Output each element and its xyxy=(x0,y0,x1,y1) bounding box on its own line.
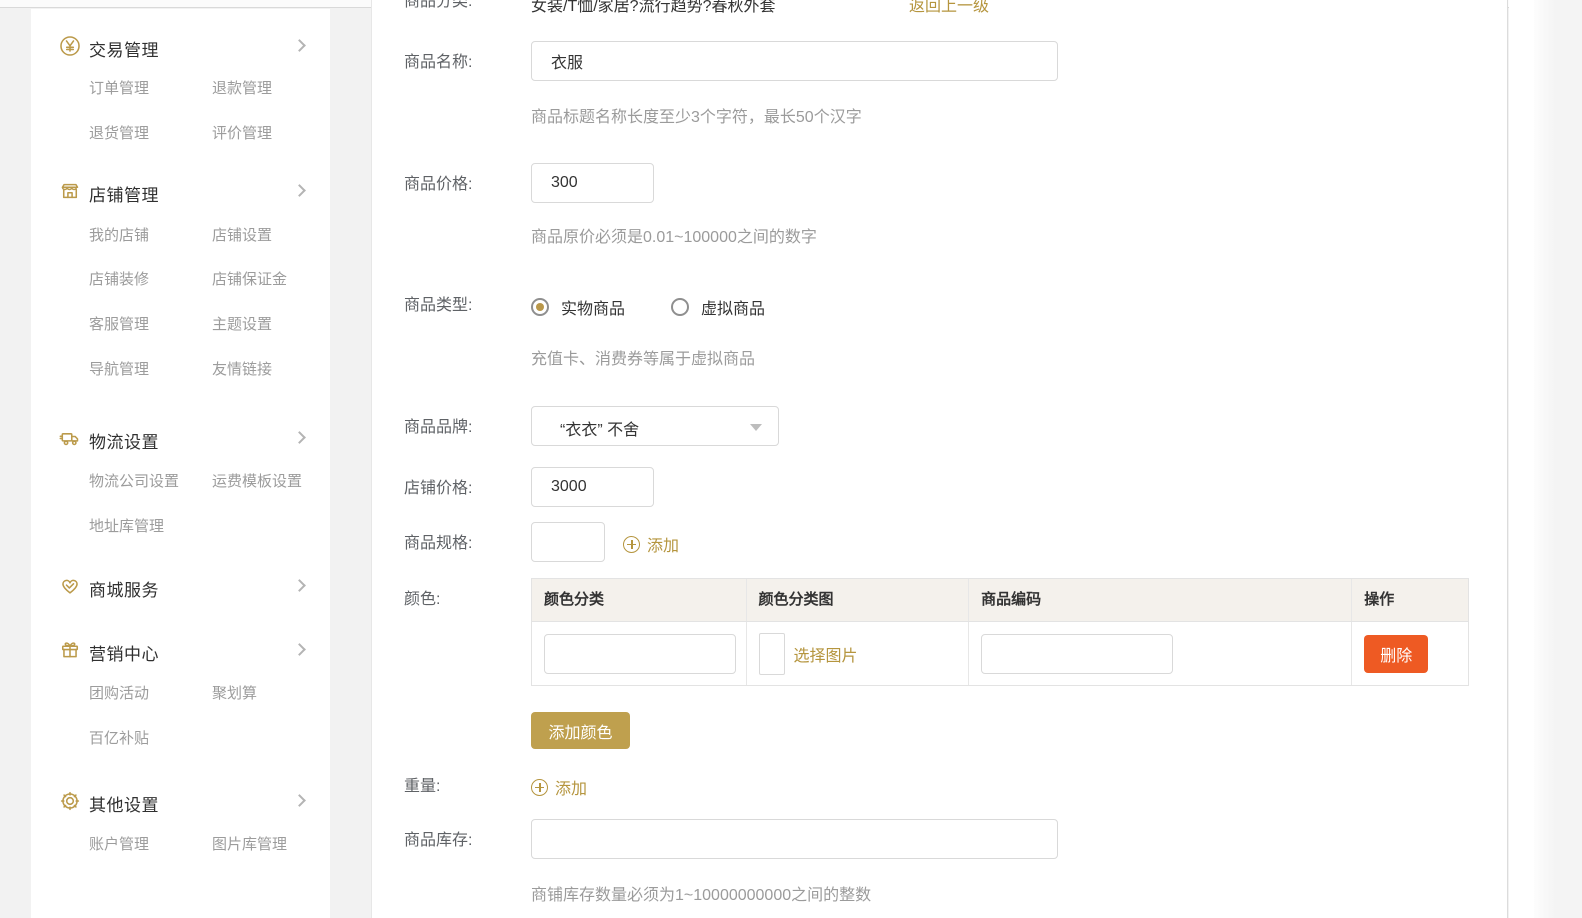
chevron-right-icon xyxy=(293,184,306,197)
product-type-label: 商品类型: xyxy=(404,296,529,316)
color-category-input[interactable] xyxy=(544,634,736,674)
brand-label: 商品品牌: xyxy=(404,418,529,438)
radio-virtual-label: 虚拟商品 xyxy=(701,295,765,319)
chevron-down-icon xyxy=(750,424,762,431)
weight-label: 重量: xyxy=(404,777,529,797)
sidebar-item-my-shop[interactable]: 我的店铺 xyxy=(89,226,149,246)
product-price-hint: 商品原价必须是0.01~100000之间的数字 xyxy=(531,228,817,248)
product-type-hint: 充值卡、消费券等属于虚拟商品 xyxy=(531,350,755,370)
product-edit-form: 商品分类: 女装/T恤/家居?流行趋势?春秋外套 返回上一级 商品名称: 商品标… xyxy=(371,0,1508,918)
chevron-right-icon xyxy=(293,431,306,444)
product-price-input[interactable] xyxy=(531,163,654,203)
sidebar-item-nav-mgmt[interactable]: 导航管理 xyxy=(89,360,149,380)
sidebar-item-image-library[interactable]: 图片库管理 xyxy=(212,835,287,855)
sidebar-item-refund-mgmt[interactable]: 退款管理 xyxy=(212,79,272,99)
category-label: 商品分类: xyxy=(404,0,529,12)
sidebar-item-service-mgmt[interactable]: 客服管理 xyxy=(89,315,149,335)
chevron-right-icon xyxy=(293,579,306,592)
radio-physical-label: 实物商品 xyxy=(561,295,625,319)
product-price-label: 商品价格: xyxy=(404,175,529,195)
gift-icon xyxy=(59,639,81,661)
color-table-row: 选择图片 删除 xyxy=(531,622,1469,686)
stock-input[interactable] xyxy=(531,819,1058,859)
col-header-color-image: 颜色分类图 xyxy=(747,579,970,621)
sidebar-item-juhuasuan[interactable]: 聚划算 xyxy=(212,684,257,704)
sidebar-item-return-mgmt[interactable]: 退货管理 xyxy=(89,124,149,144)
sidebar-section-marketing[interactable]: 营销中心 xyxy=(31,639,330,663)
color-label: 颜色: xyxy=(404,590,529,610)
chevron-right-icon xyxy=(293,643,306,656)
storefront-icon xyxy=(59,180,81,202)
right-gutter xyxy=(1509,0,1534,918)
back-to-parent-link[interactable]: 返回上一级 xyxy=(909,0,989,16)
product-name-label: 商品名称: xyxy=(404,53,529,73)
spec-label: 商品规格: xyxy=(404,534,529,554)
sidebar-section-mall-service[interactable]: 商城服务 xyxy=(31,575,330,599)
sidebar-section-other[interactable]: 其他设置 xyxy=(31,790,330,814)
col-header-actions: 操作 xyxy=(1352,579,1468,621)
delete-row-button[interactable]: 删除 xyxy=(1364,635,1428,673)
sidebar-item-subsidy[interactable]: 百亿补贴 xyxy=(89,729,149,749)
shop-price-label: 店铺价格: xyxy=(404,479,529,499)
chevron-right-icon xyxy=(293,794,306,807)
sidebar-section-trade[interactable]: 交易管理 xyxy=(31,35,330,59)
product-name-input[interactable] xyxy=(531,41,1058,81)
add-weight-link[interactable]: 添加 xyxy=(531,775,587,799)
truck-icon xyxy=(59,427,81,449)
stock-hint: 商铺库存数量必须为1~10000000000之间的整数 xyxy=(531,886,871,906)
handshake-icon xyxy=(59,575,81,597)
spec-input[interactable] xyxy=(531,522,605,562)
sidebar-section-title: 营销中心 xyxy=(89,640,159,665)
plus-circle-icon xyxy=(531,779,548,796)
page: 交易管理 订单管理 退款管理 退货管理 评价管理 店铺管理 我的店铺 店铺设置 … xyxy=(0,0,1582,918)
sidebar-section-title: 交易管理 xyxy=(89,36,159,61)
yen-circle-icon xyxy=(59,35,81,57)
image-preview-box xyxy=(759,633,785,675)
product-name-hint: 商品标题名称长度至少3个字符，最长50个汉字 xyxy=(531,108,862,128)
pick-image-link[interactable]: 选择图片 xyxy=(794,642,858,666)
sidebar-section-title: 其他设置 xyxy=(89,791,159,816)
sidebar-section-shop[interactable]: 店铺管理 xyxy=(31,180,330,204)
sidebar-section-logistics[interactable]: 物流设置 xyxy=(31,427,330,451)
sidebar-item-account-mgmt[interactable]: 账户管理 xyxy=(89,835,149,855)
add-spec-link[interactable]: 添加 xyxy=(623,532,679,556)
brand-select[interactable]: “衣衣” 不舍 xyxy=(531,406,779,446)
radio-virtual-product[interactable] xyxy=(671,298,689,316)
category-value: 女装/T恤/家居?流行趋势?春秋外套 xyxy=(531,0,775,16)
stock-label: 商品库存: xyxy=(404,831,529,851)
sidebar: 交易管理 订单管理 退款管理 退货管理 评价管理 店铺管理 我的店铺 店铺设置 … xyxy=(31,9,330,918)
sidebar-item-logistics-company[interactable]: 物流公司设置 xyxy=(89,472,179,492)
color-table: 颜色分类 颜色分类图 商品编码 操作 选择图片 删除 xyxy=(531,578,1469,686)
add-weight-label: 添加 xyxy=(555,775,587,799)
sidebar-item-group-buy[interactable]: 团购活动 xyxy=(89,684,149,704)
sidebar-item-theme-settings[interactable]: 主题设置 xyxy=(212,315,272,335)
add-color-button[interactable]: 添加颜色 xyxy=(531,712,630,749)
sidebar-section-title: 店铺管理 xyxy=(89,181,159,206)
sidebar-section-title: 商城服务 xyxy=(89,576,159,601)
col-header-color-category: 颜色分类 xyxy=(532,579,747,621)
gear-icon xyxy=(59,790,81,812)
radio-physical-product[interactable] xyxy=(531,298,549,316)
sidebar-item-shop-settings[interactable]: 店铺设置 xyxy=(212,226,272,246)
right-side-panel xyxy=(1534,0,1582,918)
sidebar-item-address-library[interactable]: 地址库管理 xyxy=(89,517,164,537)
sidebar-item-review-mgmt[interactable]: 评价管理 xyxy=(212,124,272,144)
sidebar-item-shop-deposit[interactable]: 店铺保证金 xyxy=(212,270,287,290)
product-code-input[interactable] xyxy=(981,634,1173,674)
sidebar-item-freight-template[interactable]: 运费模板设置 xyxy=(212,472,302,492)
sidebar-item-friend-links[interactable]: 友情链接 xyxy=(212,360,272,380)
brand-select-value: “衣衣” 不舍 xyxy=(560,416,639,440)
chevron-right-icon xyxy=(293,39,306,52)
plus-circle-icon xyxy=(623,536,640,553)
color-table-header: 颜色分类 颜色分类图 商品编码 操作 xyxy=(531,578,1469,622)
col-header-product-code: 商品编码 xyxy=(969,579,1352,621)
shop-price-input[interactable] xyxy=(531,467,654,507)
sidebar-section-title: 物流设置 xyxy=(89,428,159,453)
sidebar-item-shop-decor[interactable]: 店铺装修 xyxy=(89,270,149,290)
sidebar-item-order-mgmt[interactable]: 订单管理 xyxy=(89,79,149,99)
add-spec-label: 添加 xyxy=(647,532,679,556)
